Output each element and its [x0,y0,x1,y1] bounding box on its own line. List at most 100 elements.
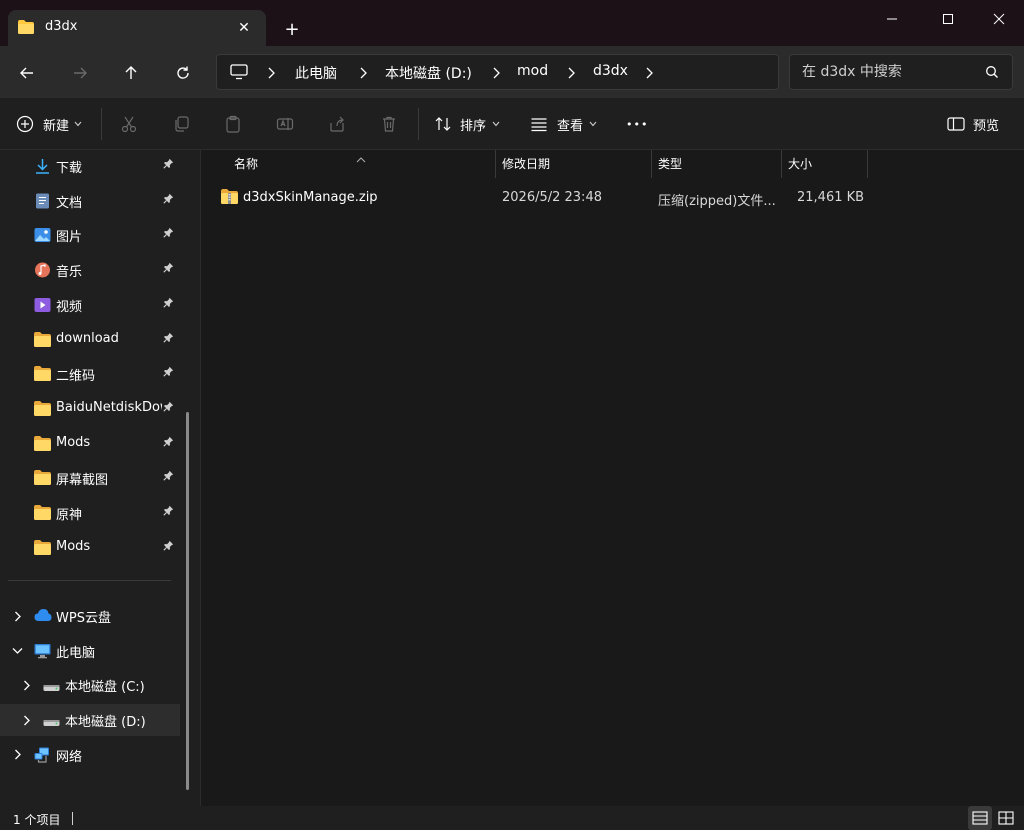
maximize-button[interactable] [925,4,971,34]
cut-icon[interactable] [118,113,140,135]
sidebar-item[interactable]: Mods [0,532,180,564]
chevron-right-icon[interactable] [564,63,578,83]
sidebar-item[interactable]: 屏幕截图 [0,462,180,494]
column-header-name[interactable]: 名称 [201,150,496,178]
chevron-down-icon[interactable] [10,643,24,659]
chevron-right-icon[interactable] [642,63,656,83]
minimize-button[interactable] [869,4,915,34]
column-size-label: 大小 [788,157,813,171]
file-size: 21,461 KB [797,190,865,205]
chevron-right-icon[interactable] [356,63,370,83]
network-icon [34,747,51,763]
pin-icon[interactable] [163,158,174,173]
column-header-size[interactable]: 大小 [782,150,867,178]
rename-icon[interactable] [274,113,296,135]
close-tab-icon[interactable]: ✕ [234,18,254,38]
command-bar: 新建 排序 查看 ••• 预览 [0,98,1024,150]
chevron-right-icon[interactable] [10,747,24,763]
column-divider[interactable] [867,150,868,178]
tree-item[interactable]: WPS云盘 [0,600,180,632]
column-header-type[interactable]: 类型 [652,150,781,178]
delete-icon[interactable] [378,113,400,135]
tree-item-label: 本地磁盘 (D:) [65,715,146,731]
sort-button[interactable]: 排序 [434,108,500,140]
file-row[interactable]: d3dxSkinManage.zip 2026/5/2 23:48 压缩(zip… [215,184,865,210]
pin-icon[interactable] [163,193,174,208]
tab-d3dx[interactable]: d3dx ✕ [8,10,266,46]
more-options-icon[interactable]: ••• [626,108,648,140]
folder-icon [18,20,34,38]
sidebar-item-label: 下载 [56,161,83,176]
pin-icon[interactable] [163,227,174,242]
sidebar-item[interactable]: 音乐 [0,254,180,286]
pin-icon[interactable] [163,436,174,451]
tree-item[interactable]: 网络 [0,739,180,771]
forward-button[interactable] [65,58,95,88]
sidebar-item[interactable]: 图片 [0,219,180,251]
column-header-modified[interactable]: 修改日期 [496,150,651,178]
sidebar-item[interactable]: BaiduNetdiskDownload [0,393,180,425]
up-button[interactable] [116,58,146,88]
tree-item[interactable]: 本地磁盘 (C:) [0,669,180,701]
breadcrumb-d3dx[interactable]: d3dx [593,63,628,79]
sidebar-item-label: Mods [56,434,91,450]
sidebar-item-label: 音乐 [56,265,83,281]
search-input[interactable] [802,55,978,89]
pin-icon[interactable] [163,470,174,485]
chevron-right-icon[interactable] [10,608,24,624]
pin-icon[interactable] [163,297,174,312]
breadcrumb-mod[interactable]: mod [517,63,548,79]
sidebar-item[interactable]: 视频 [0,289,180,321]
address-bar[interactable]: 此电脑 本地磁盘 (D:) mod d3dx [216,54,779,90]
pin-icon[interactable] [163,262,174,277]
tiles-view-button[interactable] [994,806,1018,830]
search-icon[interactable] [985,65,999,83]
paste-icon[interactable] [222,113,244,135]
chevron-right-icon[interactable] [19,677,33,693]
details-view-button[interactable] [968,806,992,830]
cloud-icon [34,608,52,624]
chevron-right-icon[interactable] [264,63,278,83]
share-icon[interactable] [326,113,348,135]
copy-icon[interactable] [170,113,192,135]
folder-icon [34,539,51,556]
computer-icon [34,643,51,659]
view-label: 查看 [557,118,584,134]
navigation-pane: 下载文档图片音乐视频 download 二维码 BaiduNetdiskDownloa… [0,150,200,806]
new-tab-button[interactable]: + [280,17,304,41]
title-bar: d3dx ✕ + [0,0,1024,46]
refresh-button[interactable] [168,58,198,88]
breadcrumb-drive-d[interactable]: 本地磁盘 (D:) [385,63,472,83]
sidebar-item[interactable]: 二维码 [0,358,180,390]
pin-icon[interactable] [163,505,174,520]
tab-title: d3dx [45,19,78,34]
sidebar-item[interactable]: 原神 [0,497,180,529]
new-button[interactable]: 新建 [16,108,82,140]
sidebar-item-label: 图片 [56,230,83,246]
file-modified: 2026/5/2 23:48 [502,190,602,205]
tree-item[interactable]: 此电脑 [0,635,180,667]
view-button[interactable]: 查看 [530,108,597,140]
search-box[interactable] [789,54,1013,90]
back-button[interactable] [12,58,42,88]
chevron-right-icon[interactable] [19,712,33,728]
sidebar-item[interactable]: 文档 [0,185,180,217]
pin-icon[interactable] [163,366,174,381]
computer-icon [230,64,248,84]
sidebar-item[interactable]: download [0,324,180,356]
sidebar-item[interactable]: 下载 [0,150,180,182]
preview-button[interactable]: 预览 [947,108,999,140]
chevron-right-icon[interactable] [489,63,503,83]
pin-icon[interactable] [163,540,174,555]
sidebar-scrollbar[interactable] [186,412,189,790]
tree-item-label: 本地磁盘 (C:) [65,680,145,696]
back-arrow-icon [20,67,33,79]
breadcrumb-this-pc[interactable]: 此电脑 [295,63,337,83]
close-window-button[interactable] [976,4,1022,34]
tree-item[interactable]: 本地磁盘 (D:) [0,704,180,737]
pin-icon[interactable] [163,332,174,347]
sidebar-item-label: download [56,330,119,346]
folder-icon [34,400,51,417]
sidebar-item[interactable]: Mods [0,428,180,460]
pin-icon[interactable] [163,401,174,416]
